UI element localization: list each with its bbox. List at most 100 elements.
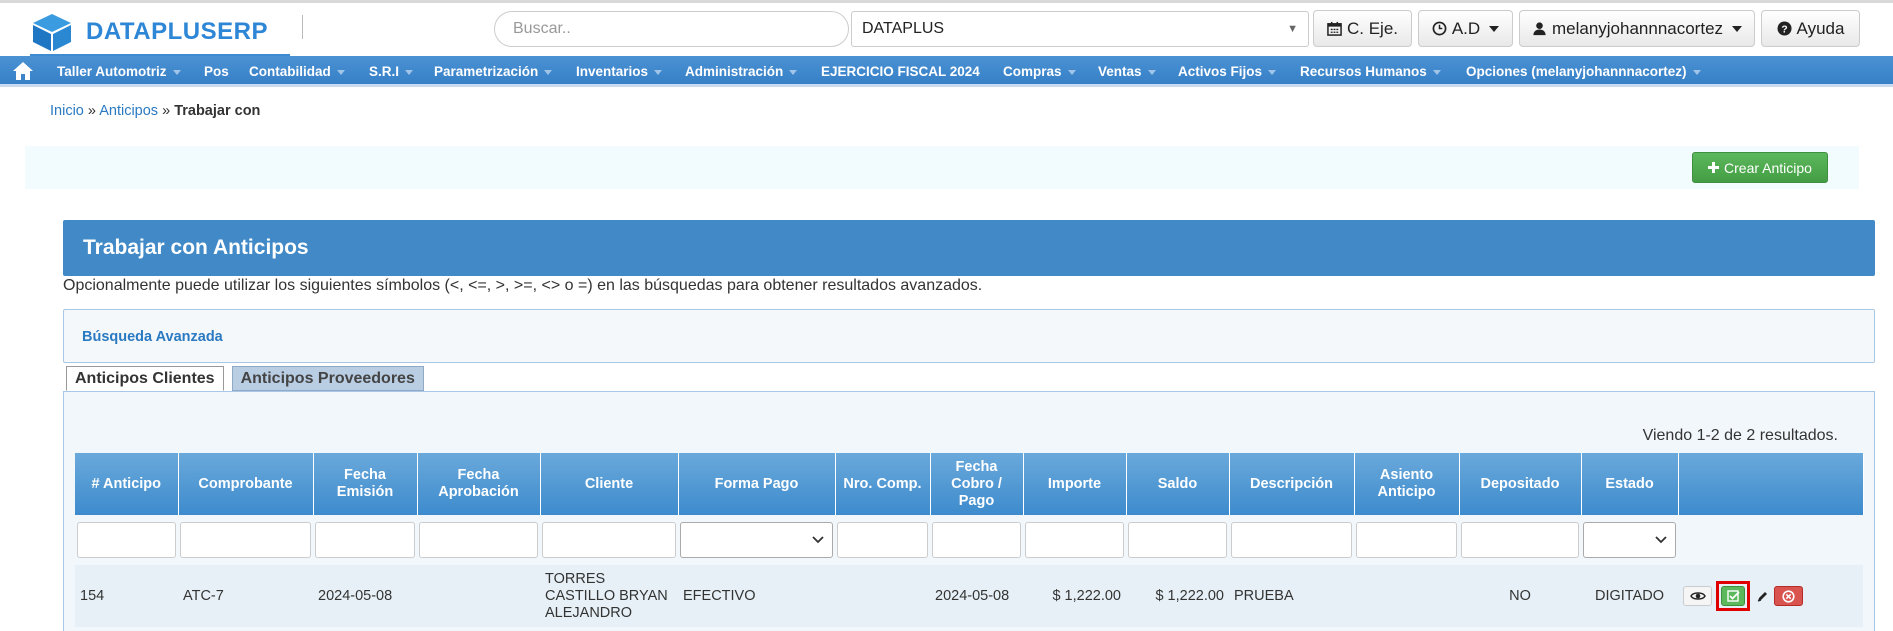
search-hint: Opcionalmente puede utilizar los siguien… bbox=[63, 277, 983, 294]
nav-item-taller[interactable]: Taller Automotriz bbox=[57, 64, 181, 79]
nav-item-administracion[interactable]: Administración bbox=[685, 64, 798, 79]
column-header[interactable]: Descripción bbox=[1229, 453, 1355, 515]
column-header[interactable]: Fecha Cobro / Pago bbox=[930, 453, 1024, 515]
cell-descripcion: PRUEBA bbox=[1229, 565, 1354, 627]
filter-importe-input[interactable] bbox=[1025, 522, 1124, 558]
breadcrumb-home[interactable]: Inicio bbox=[50, 103, 84, 119]
filter-cell bbox=[1229, 515, 1354, 565]
tab-anticipos-clientes[interactable]: Anticipos Clientes bbox=[66, 366, 224, 391]
filter-cell bbox=[540, 515, 678, 565]
column-header[interactable]: Depositado bbox=[1459, 453, 1582, 515]
filter-anticipo-input[interactable] bbox=[77, 522, 176, 558]
home-icon[interactable] bbox=[12, 61, 34, 81]
advanced-search-link[interactable]: Búsqueda Avanzada bbox=[82, 329, 223, 345]
nav-item-ventas[interactable]: Ventas bbox=[1098, 64, 1156, 79]
nav-item-rrhh[interactable]: Recursos Humanos bbox=[1300, 64, 1441, 79]
filter-nro-comp-input[interactable] bbox=[837, 522, 928, 558]
eye-icon bbox=[1689, 592, 1706, 600]
nav-item-contabilidad[interactable]: Contabilidad bbox=[249, 64, 345, 79]
nav-item-opciones[interactable]: Opciones (melanyjohannnacortez) bbox=[1466, 64, 1701, 79]
filter-estado-select[interactable] bbox=[1583, 522, 1676, 558]
breadcrumb: Inicio » Anticipos » Trabajar con bbox=[50, 103, 260, 119]
tab-anticipos-proveedores[interactable]: Anticipos Proveedores bbox=[231, 366, 424, 391]
filter-fecha-cobro-input[interactable] bbox=[932, 522, 1021, 558]
column-header[interactable]: Estado bbox=[1581, 453, 1679, 515]
ad-button[interactable]: A.D bbox=[1418, 10, 1513, 47]
column-header[interactable]: Forma Pago bbox=[678, 453, 836, 515]
filter-depositado-input[interactable] bbox=[1461, 522, 1579, 558]
nav-item-parametrizacion[interactable]: Parametrización bbox=[434, 64, 553, 79]
approve-button[interactable] bbox=[1721, 586, 1745, 606]
grid-container: Viendo 1-2 de 2 resultados. # Anticipo C… bbox=[63, 391, 1875, 631]
chevron-down-icon: ▼ bbox=[1287, 23, 1298, 35]
calendar-icon bbox=[1327, 21, 1342, 36]
column-header[interactable]: Fecha Emisión bbox=[313, 453, 418, 515]
filter-saldo-input[interactable] bbox=[1128, 522, 1227, 558]
nav-item-ejercicio[interactable]: EJERCICIO FISCAL 2024 bbox=[821, 64, 980, 79]
times-circle-icon bbox=[1782, 589, 1795, 603]
create-anticipo-button[interactable]: Crear Anticipo bbox=[1692, 152, 1828, 183]
breadcrumb-separator: » bbox=[162, 103, 171, 119]
page-title: Trabajar con Anticipos bbox=[83, 236, 309, 259]
nav-item-activos[interactable]: Activos Fijos bbox=[1178, 64, 1277, 79]
brand[interactable]: DATAPLUSERP bbox=[30, 9, 290, 56]
chevron-down-icon bbox=[789, 70, 798, 75]
cell-forma-pago: EFECTIVO bbox=[678, 565, 835, 627]
filter-descripcion-input[interactable] bbox=[1231, 522, 1352, 558]
main-nav: Taller Automotriz Pos Contabilidad S.R.I… bbox=[0, 56, 1893, 87]
filter-forma-pago-select[interactable] bbox=[680, 522, 833, 558]
nav-item-sri[interactable]: S.R.I bbox=[369, 64, 414, 79]
filter-fecha-aprobacion-input[interactable] bbox=[419, 522, 538, 558]
chevron-down-icon bbox=[172, 70, 181, 75]
user-menu-button[interactable]: melanyjohannnacortez bbox=[1519, 10, 1755, 47]
column-header[interactable]: Comprobante bbox=[178, 453, 314, 515]
column-header[interactable]: Fecha Aprobación bbox=[417, 453, 541, 515]
nav-item-compras[interactable]: Compras bbox=[1003, 64, 1076, 79]
delete-button[interactable] bbox=[1774, 586, 1803, 606]
search-input[interactable] bbox=[494, 11, 849, 47]
column-header[interactable]: # Anticipo bbox=[75, 453, 179, 515]
create-anticipo-label: Crear Anticipo bbox=[1724, 159, 1812, 176]
clock-icon bbox=[1432, 21, 1447, 36]
user-menu-label: melanyjohannnacortez bbox=[1551, 18, 1724, 38]
period-button-label: C. Eje. bbox=[1346, 18, 1399, 38]
cell-asiento bbox=[1354, 565, 1459, 627]
check-square-icon bbox=[1726, 590, 1740, 602]
cube-logo-icon bbox=[33, 13, 71, 51]
pencil-icon bbox=[1757, 591, 1767, 602]
advanced-search-panel[interactable]: Búsqueda Avanzada bbox=[63, 309, 1875, 363]
chevron-down-icon bbox=[654, 70, 663, 75]
user-icon bbox=[1533, 22, 1546, 36]
filter-fecha-emision-input[interactable] bbox=[315, 522, 415, 558]
cell-nro-comp bbox=[835, 565, 930, 627]
filter-cliente-input[interactable] bbox=[542, 522, 676, 558]
breadcrumb-anticipos[interactable]: Anticipos bbox=[99, 103, 158, 119]
column-header[interactable]: Cliente bbox=[540, 453, 679, 515]
chevron-down-icon bbox=[1147, 70, 1156, 75]
chevron-down-icon bbox=[1692, 70, 1701, 75]
help-button[interactable]: ? Ayuda bbox=[1761, 10, 1860, 47]
top-header: DATAPLUSERP DATAPLUS ▼ C. Eje. A.D melan… bbox=[0, 0, 1893, 56]
nav-item-inventarios[interactable]: Inventarios bbox=[576, 64, 663, 79]
column-header[interactable]: Nro. Comp. bbox=[835, 453, 931, 515]
nav-item-pos[interactable]: Pos bbox=[204, 64, 229, 79]
filter-cell bbox=[835, 515, 930, 565]
filter-cell bbox=[1354, 515, 1459, 565]
view-button[interactable] bbox=[1683, 586, 1712, 606]
column-header[interactable]: Importe bbox=[1023, 453, 1127, 515]
column-header[interactable]: Saldo bbox=[1126, 453, 1230, 515]
company-select[interactable]: DATAPLUS ▼ bbox=[851, 11, 1309, 47]
breadcrumb-separator: » bbox=[87, 103, 96, 119]
plus-icon bbox=[1708, 162, 1720, 173]
filter-asiento-input[interactable] bbox=[1356, 522, 1457, 558]
filter-cell bbox=[1678, 515, 1863, 565]
filter-comprobante-input[interactable] bbox=[180, 522, 311, 558]
filter-cell bbox=[417, 515, 540, 565]
column-header bbox=[1678, 453, 1864, 515]
chevron-down-icon bbox=[1067, 70, 1076, 75]
period-button[interactable]: C. Eje. bbox=[1313, 10, 1412, 47]
edit-button[interactable] bbox=[1754, 586, 1770, 606]
filter-cell bbox=[1126, 515, 1229, 565]
column-header[interactable]: Asiento Anticipo bbox=[1354, 453, 1460, 515]
breadcrumb-current: Trabajar con bbox=[174, 103, 261, 119]
